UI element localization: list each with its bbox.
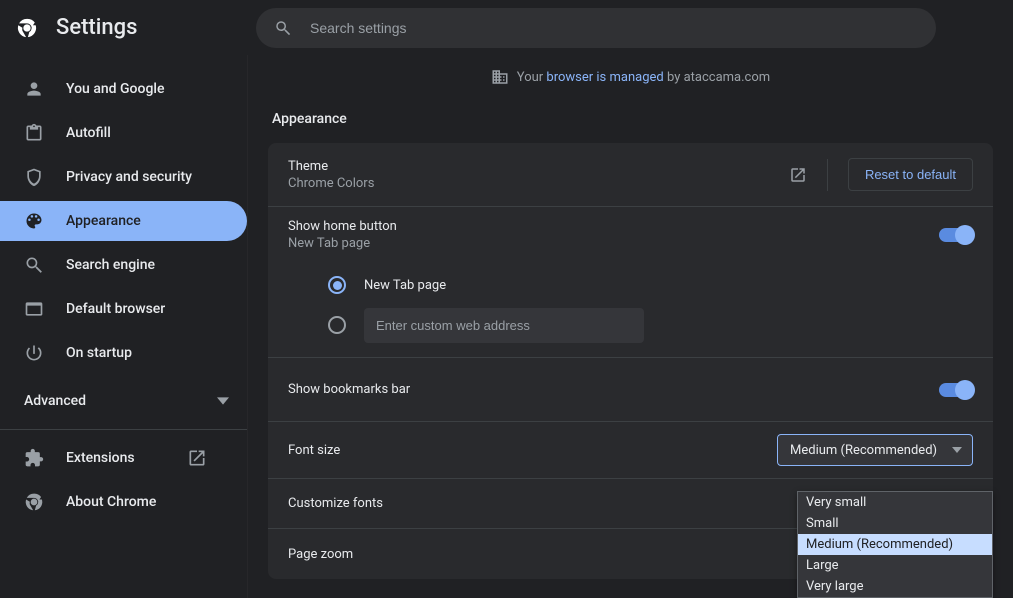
radio-custom-url[interactable] — [328, 316, 346, 334]
sidebar-item-label: Privacy and security — [66, 169, 192, 185]
font-size-label: Font size — [288, 443, 777, 458]
sidebar-item-extensions[interactable]: Extensions — [0, 438, 247, 478]
sidebar-item-startup[interactable]: On startup — [0, 333, 247, 373]
section-heading: Appearance — [272, 111, 993, 127]
extension-icon — [24, 448, 44, 468]
font-size-dropdown: Very small Small Medium (Recommended) La… — [797, 491, 993, 598]
sidebar-item-autofill[interactable]: Autofill — [0, 113, 247, 153]
advanced-label: Advanced — [24, 393, 86, 409]
radio-new-tab-label: New Tab page — [364, 278, 446, 293]
reset-theme-button[interactable]: Reset to default — [848, 158, 973, 191]
custom-url-input[interactable] — [364, 308, 644, 343]
palette-icon — [24, 211, 44, 231]
browser-icon — [24, 299, 44, 319]
home-button-sub: New Tab page — [288, 236, 939, 251]
search-input[interactable] — [308, 19, 918, 37]
sidebar-item-label: Search engine — [66, 257, 155, 273]
sidebar-item-about[interactable]: About Chrome — [0, 482, 247, 522]
sidebar-item-default-browser[interactable]: Default browser — [0, 289, 247, 329]
bookmarks-label: Show bookmarks bar — [288, 382, 939, 397]
home-button-toggle[interactable] — [939, 228, 973, 242]
chrome-logo-icon — [16, 17, 38, 39]
managed-text: Your browser is managed by ataccama.com — [517, 70, 770, 85]
power-icon — [24, 343, 44, 363]
theme-row[interactable]: Theme Chrome Colors Reset to default — [268, 143, 993, 207]
chevron-down-icon — [217, 395, 229, 407]
sidebar-item-label: Appearance — [66, 213, 141, 229]
theme-sub: Chrome Colors — [288, 176, 789, 191]
sidebar-item-label: You and Google — [66, 81, 164, 97]
shield-icon — [24, 167, 44, 187]
sidebar: You and Google Autofill Privacy and secu… — [0, 55, 248, 598]
advanced-toggle[interactable]: Advanced — [0, 381, 247, 421]
dropdown-option[interactable]: Small — [798, 513, 992, 534]
radio-new-tab[interactable] — [328, 276, 346, 294]
layout: You and Google Autofill Privacy and secu… — [0, 55, 1013, 598]
bookmarks-row: Show bookmarks bar — [268, 358, 993, 422]
managed-link[interactable]: browser is managed — [546, 70, 663, 85]
sidebar-item-label: Autofill — [66, 125, 111, 141]
open-external-icon — [789, 166, 807, 184]
open-external-icon — [187, 448, 207, 468]
building-icon — [491, 68, 509, 86]
page-title: Settings — [56, 15, 256, 40]
search-bar[interactable] — [256, 8, 936, 48]
managed-banner: Your browser is managed by ataccama.com — [268, 55, 993, 99]
font-size-select[interactable]: Medium (Recommended) — [777, 434, 973, 466]
dropdown-option[interactable]: Large — [798, 555, 992, 576]
chevron-down-icon — [952, 445, 962, 455]
dropdown-option[interactable]: Very large — [798, 576, 992, 597]
divider — [827, 159, 828, 191]
person-icon — [24, 79, 44, 99]
home-button-options: New Tab page — [268, 255, 993, 351]
clipboard-icon — [24, 123, 44, 143]
separator — [0, 429, 247, 430]
font-size-row: Font size Medium (Recommended) — [268, 422, 993, 479]
search-icon — [24, 255, 44, 275]
sidebar-item-label: On startup — [66, 345, 132, 361]
chrome-icon — [24, 492, 44, 512]
sidebar-item-label: Extensions — [66, 450, 135, 466]
sidebar-item-privacy[interactable]: Privacy and security — [0, 157, 247, 197]
font-size-value: Medium (Recommended) — [790, 443, 937, 458]
header: Settings — [0, 0, 1013, 55]
home-button-label: Show home button — [288, 219, 939, 234]
theme-label: Theme — [288, 159, 789, 174]
bookmarks-toggle[interactable] — [939, 383, 973, 397]
content: Your browser is managed by ataccama.com … — [248, 55, 1013, 598]
home-button-row: Show home button New Tab page — [268, 207, 993, 255]
sidebar-item-appearance[interactable]: Appearance — [0, 201, 247, 241]
sidebar-item-you-and-google[interactable]: You and Google — [0, 69, 247, 109]
sidebar-item-label: Default browser — [66, 301, 165, 317]
sidebar-item-label: About Chrome — [66, 494, 156, 510]
search-icon — [274, 19, 292, 37]
sidebar-item-search-engine[interactable]: Search engine — [0, 245, 247, 285]
dropdown-option[interactable]: Very small — [798, 492, 992, 513]
dropdown-option-selected[interactable]: Medium (Recommended) — [798, 534, 992, 555]
